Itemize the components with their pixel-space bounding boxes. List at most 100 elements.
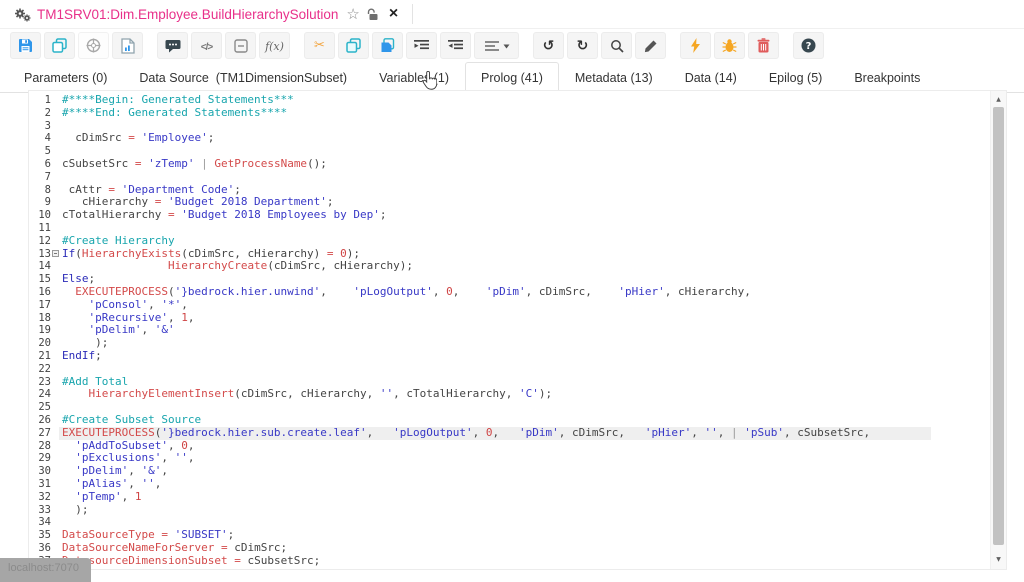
edit-button[interactable]	[635, 32, 666, 59]
line-number[interactable]: 23	[29, 376, 51, 389]
tab-data[interactable]: Data (14)	[669, 62, 753, 92]
fold-gutter	[51, 312, 59, 325]
code-line[interactable]: 20 );	[29, 337, 990, 350]
code-line[interactable]: 19 'pDelim', '&'	[29, 324, 990, 337]
line-number[interactable]: 32	[29, 491, 51, 504]
line-number[interactable]: 10	[29, 209, 51, 222]
run-button[interactable]	[680, 32, 711, 59]
comment-button[interactable]	[157, 32, 188, 59]
code-view-button[interactable]: </>	[191, 32, 222, 59]
line-number[interactable]: 25	[29, 401, 51, 414]
tab-metadata[interactable]: Metadata (13)	[559, 62, 669, 92]
cut-button[interactable]: ✂	[304, 32, 335, 59]
line-number[interactable]: 19	[29, 324, 51, 337]
scroll-up-arrow[interactable]: ▲	[991, 92, 1006, 106]
line-number[interactable]: 9	[29, 196, 51, 209]
scroll-down-arrow[interactable]: ▼	[991, 552, 1006, 566]
vertical-scrollbar[interactable]: ▲ ▼	[990, 91, 1006, 569]
code-line[interactable]: 6cSubsetSrc = 'zTemp' | GetProcessName()…	[29, 158, 990, 171]
tab-epilog[interactable]: Epilog (5)	[753, 62, 839, 92]
line-number[interactable]: 22	[29, 363, 51, 376]
search-button[interactable]	[601, 32, 632, 59]
line-number[interactable]: 21	[29, 350, 51, 363]
line-number[interactable]: 26	[29, 414, 51, 427]
code-line[interactable]: 14 HierarchyCreate(cDimSrc, cHierarchy);	[29, 260, 990, 273]
code-line[interactable]: 31 'pAlias', '',	[29, 478, 990, 491]
line-number[interactable]: 30	[29, 465, 51, 478]
function-button[interactable]: f(x)	[259, 32, 290, 59]
code-line[interactable]: 27EXECUTEPROCESS('}bedrock.hier.sub.crea…	[29, 427, 990, 440]
delete-button[interactable]	[748, 32, 779, 59]
line-number[interactable]: 29	[29, 452, 51, 465]
code-line[interactable]: 30 'pDelim', '&',	[29, 465, 990, 478]
line-number[interactable]: 18	[29, 312, 51, 325]
line-number[interactable]: 4	[29, 132, 51, 145]
line-number[interactable]: 13	[29, 248, 51, 261]
line-number[interactable]: 17	[29, 299, 51, 312]
line-number[interactable]: 20	[29, 337, 51, 350]
copy-object-button[interactable]	[44, 32, 75, 59]
scrollbar-thumb[interactable]	[993, 107, 1004, 545]
line-number[interactable]: 33	[29, 504, 51, 517]
paste-button[interactable]	[372, 32, 403, 59]
line-number[interactable]: 5	[29, 145, 51, 158]
line-number[interactable]: 1	[29, 94, 51, 107]
line-number[interactable]: 12	[29, 235, 51, 248]
duplicate-button[interactable]	[338, 32, 369, 59]
line-number[interactable]: 7	[29, 171, 51, 184]
code-line[interactable]: 17 'pConsol', '*',	[29, 299, 990, 312]
code-text: 'pDelim', '&'	[59, 324, 931, 337]
line-number[interactable]: 15	[29, 273, 51, 286]
outdent-button[interactable]	[440, 32, 471, 59]
code-line[interactable]: 22	[29, 363, 990, 376]
line-number[interactable]: 2	[29, 107, 51, 120]
favorite-star-icon[interactable]: ☆	[346, 7, 359, 22]
fold-gutter	[51, 260, 59, 273]
line-number[interactable]: 6	[29, 158, 51, 171]
collapse-button[interactable]	[225, 32, 256, 59]
tab-data-source[interactable]: Data Source (TM1DimensionSubset)	[123, 62, 363, 92]
file-stats-button[interactable]	[112, 32, 143, 59]
debug-button[interactable]	[714, 32, 745, 59]
fold-gutter	[51, 516, 59, 529]
format-menu-button[interactable]	[474, 32, 519, 59]
code-line[interactable]: 24 HierarchyElementInsert(cDimSrc, cHier…	[29, 388, 990, 401]
code-line[interactable]: 10cTotalHierarchy = 'Budget 2018 Employe…	[29, 209, 990, 222]
line-number[interactable]: 34	[29, 516, 51, 529]
code-line[interactable]: 32 'pTemp', 1	[29, 491, 990, 504]
fold-marker-icon[interactable]	[52, 250, 59, 257]
code-line[interactable]: 37DatasourceDimensionSubset = cSubsetSrc…	[29, 555, 990, 568]
tab-prolog[interactable]: Prolog (41)	[465, 62, 559, 93]
indent-button[interactable]	[406, 32, 437, 59]
code-pane[interactable]: 1#****Begin: Generated Statements***2#**…	[29, 91, 990, 569]
line-number[interactable]: 31	[29, 478, 51, 491]
help-button[interactable]: ?	[793, 32, 824, 59]
toolbar-group	[10, 32, 146, 59]
save-icon	[18, 38, 33, 53]
code-line[interactable]: 2#****End: Generated Statements****	[29, 107, 990, 120]
line-number[interactable]: 28	[29, 440, 51, 453]
line-number[interactable]: 16	[29, 286, 51, 299]
undo-button[interactable]: ↺	[533, 32, 564, 59]
globe-button[interactable]	[78, 32, 109, 59]
code-line[interactable]: 4 cDimSrc = 'Employee';	[29, 132, 990, 145]
unlock-icon[interactable]	[367, 8, 379, 21]
line-number[interactable]: 11	[29, 222, 51, 235]
line-number[interactable]: 14	[29, 260, 51, 273]
code-line[interactable]: 33 );	[29, 504, 990, 517]
redo-button[interactable]: ↻	[567, 32, 598, 59]
line-number[interactable]: 24	[29, 388, 51, 401]
code-line[interactable]: 29 'pExclusions', '',	[29, 452, 990, 465]
line-number[interactable]: 35	[29, 529, 51, 542]
tab-variables[interactable]: Variables (1)	[363, 62, 465, 92]
line-number[interactable]: 3	[29, 120, 51, 133]
line-number[interactable]: 27	[29, 427, 51, 440]
tab-breakpoints[interactable]: Breakpoints	[838, 62, 936, 92]
line-number[interactable]: 36	[29, 542, 51, 555]
save-button[interactable]	[10, 32, 41, 59]
line-number[interactable]: 8	[29, 184, 51, 197]
code-line[interactable]: 21EndIf;	[29, 350, 990, 363]
tab-parameters[interactable]: Parameters (0)	[8, 62, 123, 92]
close-tab-icon[interactable]: ×	[389, 6, 398, 22]
code-editor[interactable]: 1#****Begin: Generated Statements***2#**…	[28, 90, 1007, 570]
